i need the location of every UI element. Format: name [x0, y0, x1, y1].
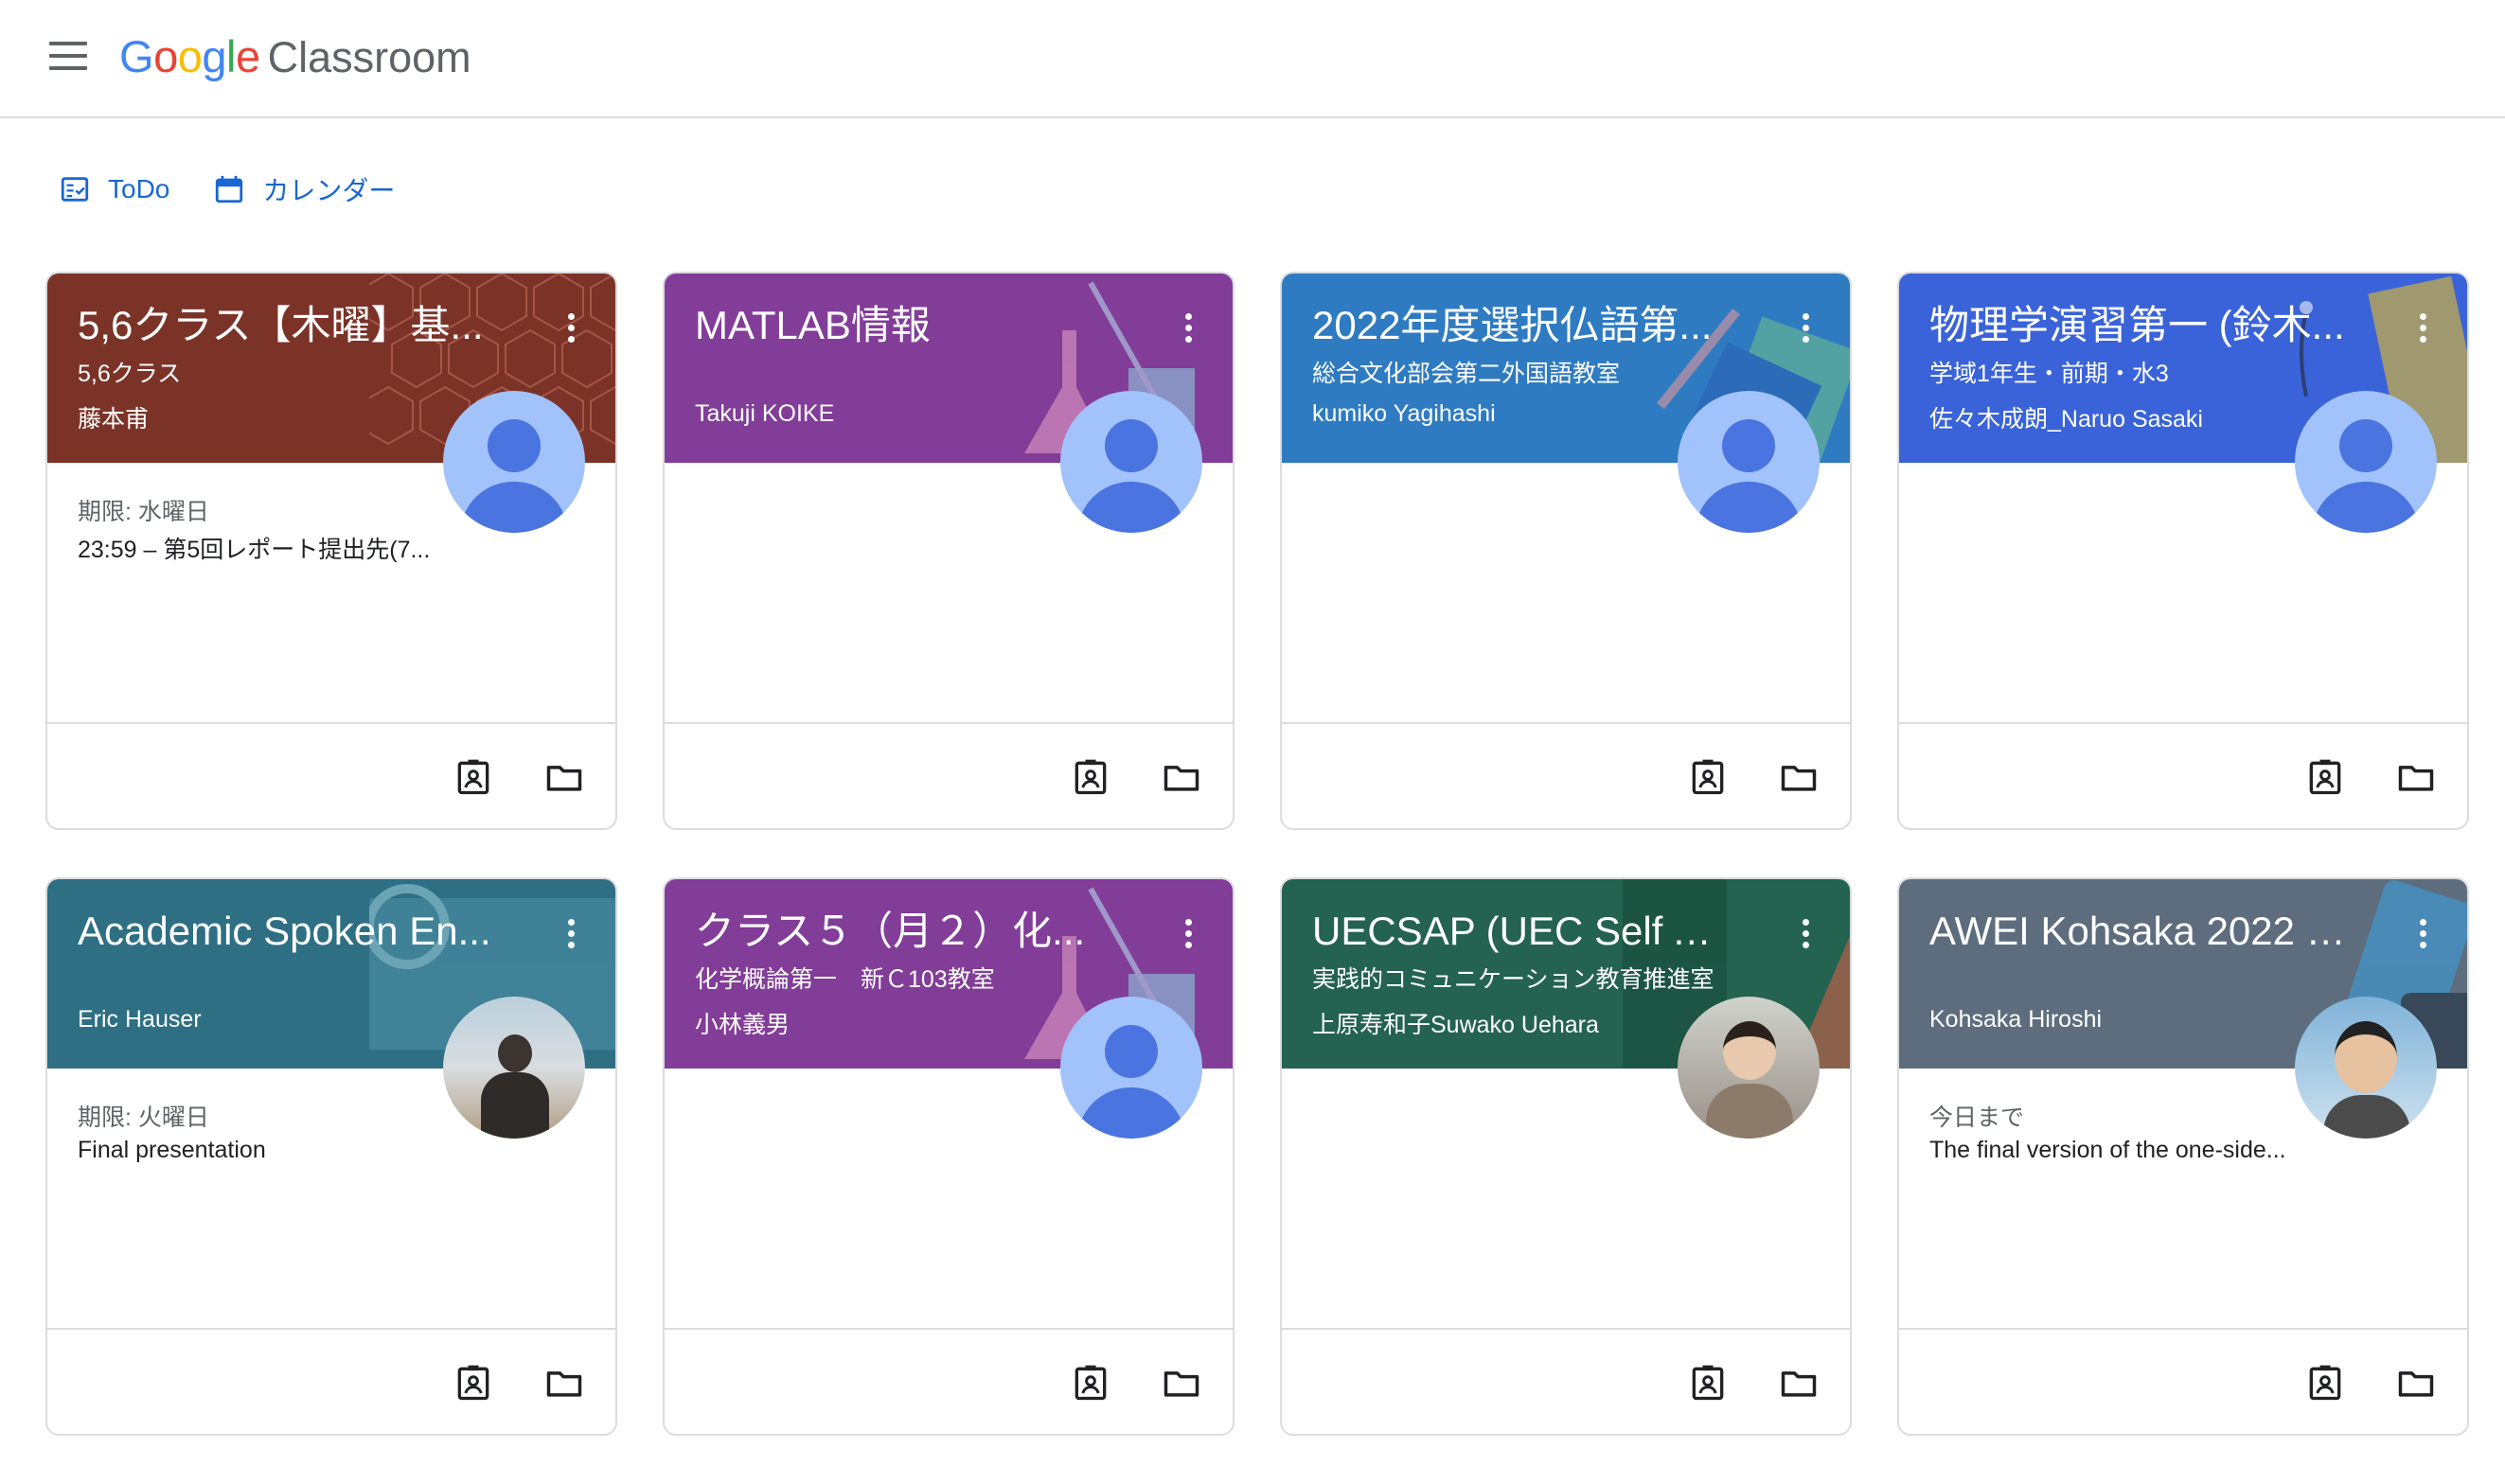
student-work-icon[interactable] — [1687, 1362, 1729, 1404]
more-options-icon[interactable] — [566, 313, 576, 345]
class-section: 実践的コミュニケーション教育推進室 — [1312, 966, 1714, 993]
main-menu-icon[interactable] — [49, 42, 87, 74]
calendar-icon — [216, 175, 243, 203]
class-title[interactable]: 5,6クラス【木曜】基... — [78, 302, 499, 349]
due-assignment-link[interactable]: Final presentation — [78, 1137, 456, 1164]
class-card-footer — [47, 722, 615, 828]
class-card-footer — [1282, 722, 1850, 828]
class-title[interactable]: UECSAP (UEC Self Ac... — [1312, 908, 1733, 955]
drive-folder-icon[interactable] — [1778, 756, 1820, 798]
class-card[interactable]: 物理学演習第一 (鈴木... 学域1年生・前期・水3 佐々木成朗_Naruo S… — [1897, 272, 2469, 830]
teacher-name: Eric Hauser — [78, 1006, 202, 1033]
class-title[interactable]: MATLAB情報 — [695, 302, 1116, 349]
class-section: 5,6クラス — [78, 361, 182, 387]
class-title[interactable]: クラス５（月２）化... — [695, 908, 1116, 955]
student-work-icon[interactable] — [453, 756, 494, 798]
more-options-icon[interactable] — [1801, 313, 1810, 345]
drive-folder-icon[interactable] — [543, 756, 585, 798]
more-options-icon[interactable] — [1801, 919, 1810, 951]
teacher-avatar — [1678, 391, 1820, 533]
class-title[interactable]: 2022年度選択仏語第... — [1312, 302, 1733, 349]
due-assignment-link[interactable]: 23:59 – 第5回レポート提出先(7... — [78, 531, 456, 565]
student-work-icon[interactable] — [2304, 756, 2346, 798]
more-options-icon[interactable] — [1183, 919, 1193, 951]
class-card[interactable]: 5,6クラス【木曜】基... 5,6クラス 藤本甫 期限: 水曜日 23:59 … — [45, 272, 617, 830]
class-section: 総合文化部会第二外国語教室 — [1312, 361, 1621, 387]
class-section: 化学概論第一 新Ｃ103教室 — [695, 966, 995, 993]
more-options-icon[interactable] — [2418, 313, 2427, 345]
teacher-avatar — [1060, 391, 1202, 533]
teacher-name: Kohsaka Hiroshi — [1929, 1006, 2103, 1033]
class-card-footer — [665, 1328, 1233, 1434]
calendar-label: カレンダー — [262, 176, 396, 205]
todo-link[interactable]: ToDo — [59, 173, 169, 205]
class-card[interactable]: クラス５（月２）化... 化学概論第一 新Ｃ103教室 小林義男 — [663, 877, 1235, 1436]
student-work-icon[interactable] — [453, 1362, 494, 1404]
teacher-name: 佐々木成朗_Naruo Sasaki — [1929, 406, 2203, 433]
class-title[interactable]: 物理学演習第一 (鈴木... — [1929, 302, 2351, 349]
class-card-footer — [47, 1328, 615, 1434]
teacher-avatar — [2295, 391, 2437, 533]
todo-label: ToDo — [108, 174, 170, 203]
due-label: 期限: 水曜日 — [78, 499, 209, 525]
class-card[interactable]: UECSAP (UEC Self Ac... 実践的コミュニケーション教育推進室… — [1280, 877, 1852, 1436]
class-card[interactable]: Academic Spoken En... Eric Hauser 期限: 火曜… — [45, 877, 617, 1436]
due-assignment-link[interactable]: The final version of the one-side... — [1929, 1137, 2308, 1164]
drive-folder-icon[interactable] — [543, 1362, 585, 1404]
class-title[interactable]: AWEI Kohsaka 2022 S... — [1929, 908, 2351, 955]
student-work-icon[interactable] — [2304, 1362, 2346, 1404]
teacher-name: 藤本甫 — [78, 406, 150, 433]
teacher-avatar — [2295, 997, 2437, 1139]
logo-product-name: Classroom — [267, 33, 471, 81]
teacher-name: kumiko Yagihashi — [1312, 400, 1496, 427]
drive-folder-icon[interactable] — [1161, 756, 1202, 798]
drive-folder-icon[interactable] — [2395, 1362, 2437, 1404]
class-title[interactable]: Academic Spoken En... — [78, 908, 499, 955]
class-card-footer — [1899, 722, 2467, 828]
class-card-footer — [1899, 1328, 2467, 1434]
teacher-avatar — [1060, 997, 1202, 1139]
teacher-name: 小林義男 — [695, 1012, 791, 1038]
teacher-avatar — [443, 997, 585, 1139]
more-options-icon[interactable] — [2418, 919, 2427, 951]
due-label: 今日まで — [1929, 1104, 2025, 1131]
teacher-name: 上原寿和子Suwako Uehara — [1312, 1012, 1599, 1038]
teacher-avatar — [1678, 997, 1820, 1139]
class-card[interactable]: MATLAB情報 Takuji KOIKE — [663, 272, 1235, 830]
class-section: 学域1年生・前期・水3 — [1929, 361, 2169, 387]
app-header: Google Classroom — [0, 0, 2505, 118]
google-classroom-logo[interactable]: Google Classroom — [119, 30, 471, 87]
teacher-avatar — [443, 391, 585, 533]
drive-folder-icon[interactable] — [1161, 1362, 1202, 1404]
todo-icon — [61, 177, 89, 202]
class-card-footer — [1282, 1328, 1850, 1434]
quick-nav: ToDo カレンダー — [59, 170, 438, 208]
drive-folder-icon[interactable] — [2395, 756, 2437, 798]
student-work-icon[interactable] — [1687, 756, 1729, 798]
logo-google-wordmark: Google — [119, 31, 260, 81]
class-card[interactable]: 2022年度選択仏語第... 総合文化部会第二外国語教室 kumiko Yagi… — [1280, 272, 1852, 830]
more-options-icon[interactable] — [1183, 313, 1193, 345]
class-card[interactable]: AWEI Kohsaka 2022 S... Kohsaka Hiroshi 今… — [1897, 877, 2469, 1436]
more-options-icon[interactable] — [566, 919, 576, 951]
drive-folder-icon[interactable] — [1778, 1362, 1820, 1404]
due-label: 期限: 火曜日 — [78, 1104, 209, 1131]
student-work-icon[interactable] — [1070, 1362, 1111, 1404]
teacher-name: Takuji KOIKE — [695, 400, 835, 427]
student-work-icon[interactable] — [1070, 756, 1111, 798]
class-card-footer — [665, 722, 1233, 828]
calendar-link[interactable]: カレンダー — [213, 170, 395, 208]
